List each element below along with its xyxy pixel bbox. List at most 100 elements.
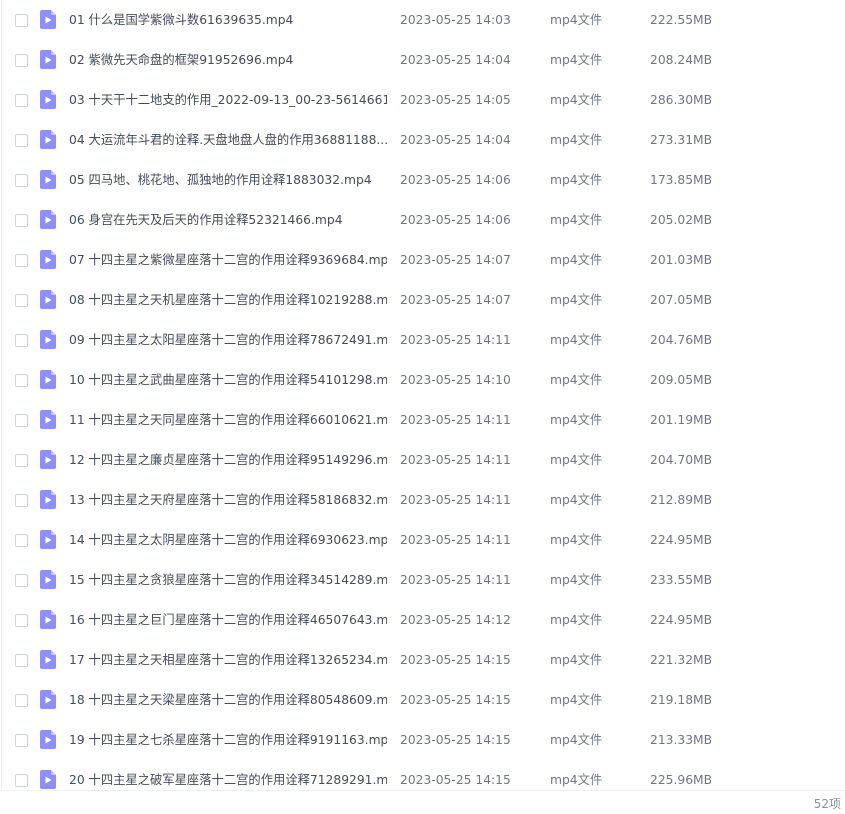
row-checkbox[interactable] xyxy=(15,614,28,627)
row-checkbox[interactable] xyxy=(15,494,28,507)
row-checkbox[interactable] xyxy=(15,294,28,307)
file-row[interactable]: 14 十四主星之太阴星座落十二宫的作用诠释6930623.mp4 2023-05… xyxy=(0,520,845,560)
file-name[interactable]: 03 十天干十二地支的作用_2022-09-13_00-23-5614661..… xyxy=(69,80,387,120)
row-checkbox[interactable] xyxy=(15,334,28,347)
video-file-icon xyxy=(40,770,56,789)
file-row[interactable]: 05 四马地、桃花地、孤独地的作用诠释1883032.mp4 2023-05-2… xyxy=(0,160,845,200)
file-name[interactable]: 15 十四主星之贪狼星座落十二宫的作用诠释34514289.m... xyxy=(69,560,387,600)
file-modified-date: 2023-05-25 14:15 xyxy=(400,653,511,667)
file-type: mp4文件 xyxy=(550,653,603,667)
file-name[interactable]: 19 十四主星之七杀星座落十二宫的作用诠释9191163.mp4 xyxy=(69,720,387,760)
row-checkbox[interactable] xyxy=(15,134,28,147)
file-row[interactable]: 04 大运流年斗君的诠释.天盘地盘人盘的作用36881188.... 2023-… xyxy=(0,120,845,160)
row-checkbox[interactable] xyxy=(15,694,28,707)
file-type: mp4文件 xyxy=(550,133,603,147)
row-checkbox[interactable] xyxy=(15,414,28,427)
file-name[interactable]: 06 身宫在先天及后天的作用诠释52321466.mp4 xyxy=(69,200,387,240)
file-size: 208.24MB xyxy=(650,53,713,67)
file-row[interactable]: 07 十四主星之紫微星座落十二宫的作用诠释9369684.mp4 2023-05… xyxy=(0,240,845,280)
video-file-icon xyxy=(40,210,56,229)
row-checkbox[interactable] xyxy=(15,214,28,227)
file-name[interactable]: 18 十四主星之天梁星座落十二宫的作用诠释80548609.m... xyxy=(69,680,387,720)
file-row[interactable]: 18 十四主星之天梁星座落十二宫的作用诠释80548609.m... 2023-… xyxy=(0,680,845,720)
file-name[interactable]: 07 十四主星之紫微星座落十二宫的作用诠释9369684.mp4 xyxy=(69,240,387,280)
file-modified-date: 2023-05-25 14:11 xyxy=(400,533,511,547)
row-checkbox[interactable] xyxy=(15,454,28,467)
video-file-icon xyxy=(40,530,56,549)
row-checkbox[interactable] xyxy=(15,174,28,187)
row-checkbox[interactable] xyxy=(15,14,28,27)
file-row[interactable]: 08 十四主星之天机星座落十二宫的作用诠释10219288.m... 2023-… xyxy=(0,280,845,320)
file-name[interactable]: 13 十四主星之天府星座落十二宫的作用诠释58186832.m... xyxy=(69,480,387,520)
file-row[interactable]: 13 十四主星之天府星座落十二宫的作用诠释58186832.m... 2023-… xyxy=(0,480,845,520)
video-file-icon xyxy=(40,610,56,629)
file-row[interactable]: 12 十四主星之廉贞星座落十二宫的作用诠释95149296.m... 2023-… xyxy=(0,440,845,480)
row-checkbox[interactable] xyxy=(15,574,28,587)
file-size: 205.02MB xyxy=(650,213,713,227)
file-size: 213.33MB xyxy=(650,733,713,747)
video-file-icon xyxy=(40,730,56,749)
file-type: mp4文件 xyxy=(550,173,603,187)
video-file-icon xyxy=(40,130,56,149)
file-modified-date: 2023-05-25 14:06 xyxy=(400,173,511,187)
file-type: mp4文件 xyxy=(550,613,603,627)
file-size: 204.76MB xyxy=(650,333,713,347)
row-checkbox[interactable] xyxy=(15,534,28,547)
row-checkbox[interactable] xyxy=(15,774,28,787)
file-name[interactable]: 05 四马地、桃花地、孤独地的作用诠释1883032.mp4 xyxy=(69,160,387,200)
video-file-icon xyxy=(40,50,56,69)
file-row[interactable]: 10 十四主星之武曲星座落十二宫的作用诠释54101298.m... 2023-… xyxy=(0,360,845,400)
file-row[interactable]: 11 十四主星之天同星座落十二宫的作用诠释66010621.m... 2023-… xyxy=(0,400,845,440)
row-checkbox[interactable] xyxy=(15,54,28,67)
file-name[interactable]: 17 十四主星之天相星座落十二宫的作用诠释13265234.m... xyxy=(69,640,387,680)
video-file-icon xyxy=(40,250,56,269)
file-size: 221.32MB xyxy=(650,653,713,667)
video-file-icon xyxy=(40,570,56,589)
file-row[interactable]: 03 十天干十二地支的作用_2022-09-13_00-23-5614661..… xyxy=(0,80,845,120)
file-row[interactable]: 02 紫微先天命盘的框架91952696.mp4 2023-05-25 14:0… xyxy=(0,40,845,80)
video-file-icon xyxy=(40,330,56,349)
file-type: mp4文件 xyxy=(550,493,603,507)
file-row[interactable]: 19 十四主星之七杀星座落十二宫的作用诠释9191163.mp4 2023-05… xyxy=(0,720,845,760)
row-checkbox[interactable] xyxy=(15,654,28,667)
file-row[interactable]: 01 什么是国学紫微斗数61639635.mp4 2023-05-25 14:0… xyxy=(0,0,845,40)
file-name[interactable]: 01 什么是国学紫微斗数61639635.mp4 xyxy=(69,0,387,40)
file-size: 201.03MB xyxy=(650,253,713,267)
file-name[interactable]: 08 十四主星之天机星座落十二宫的作用诠释10219288.m... xyxy=(69,280,387,320)
file-name[interactable]: 10 十四主星之武曲星座落十二宫的作用诠释54101298.m... xyxy=(69,360,387,400)
file-row[interactable]: 17 十四主星之天相星座落十二宫的作用诠释13265234.m... 2023-… xyxy=(0,640,845,680)
file-size: 224.95MB xyxy=(650,613,713,627)
file-row[interactable]: 06 身宫在先天及后天的作用诠释52321466.mp4 2023-05-25 … xyxy=(0,200,845,240)
file-name[interactable]: 04 大运流年斗君的诠释.天盘地盘人盘的作用36881188.... xyxy=(69,120,387,160)
file-name[interactable]: 02 紫微先天命盘的框架91952696.mp4 xyxy=(69,40,387,80)
file-modified-date: 2023-05-25 14:04 xyxy=(400,133,511,147)
file-row[interactable]: 16 十四主星之巨门星座落十二宫的作用诠释46507643.m... 2023-… xyxy=(0,600,845,640)
video-file-icon xyxy=(40,690,56,709)
file-row[interactable]: 15 十四主星之贪狼星座落十二宫的作用诠释34514289.m... 2023-… xyxy=(0,560,845,600)
file-name[interactable]: 11 十四主星之天同星座落十二宫的作用诠释66010621.m... xyxy=(69,400,387,440)
file-size: 209.05MB xyxy=(650,373,713,387)
file-type: mp4文件 xyxy=(550,453,603,467)
row-checkbox[interactable] xyxy=(15,94,28,107)
video-file-icon xyxy=(40,450,56,469)
file-size: 201.19MB xyxy=(650,413,713,427)
file-name[interactable]: 09 十四主星之太阳星座落十二宫的作用诠释78672491.m... xyxy=(69,320,387,360)
row-checkbox[interactable] xyxy=(15,734,28,747)
file-size: 212.89MB xyxy=(650,493,713,507)
file-type: mp4文件 xyxy=(550,693,603,707)
file-name[interactable]: 16 十四主星之巨门星座落十二宫的作用诠释46507643.m... xyxy=(69,600,387,640)
file-size: 204.70MB xyxy=(650,453,713,467)
file-size: 273.31MB xyxy=(650,133,713,147)
file-modified-date: 2023-05-25 14:05 xyxy=(400,93,511,107)
file-name[interactable]: 12 十四主星之廉贞星座落十二宫的作用诠释95149296.m... xyxy=(69,440,387,480)
file-type: mp4文件 xyxy=(550,573,603,587)
file-name[interactable]: 14 十四主星之太阴星座落十二宫的作用诠释6930623.mp4 xyxy=(69,520,387,560)
file-size: 219.18MB xyxy=(650,693,713,707)
file-type: mp4文件 xyxy=(550,253,603,267)
file-row[interactable]: 09 十四主星之太阳星座落十二宫的作用诠释78672491.m... 2023-… xyxy=(0,320,845,360)
file-modified-date: 2023-05-25 14:11 xyxy=(400,493,511,507)
video-file-icon xyxy=(40,290,56,309)
row-checkbox[interactable] xyxy=(15,254,28,267)
file-type: mp4文件 xyxy=(550,13,603,27)
row-checkbox[interactable] xyxy=(15,374,28,387)
